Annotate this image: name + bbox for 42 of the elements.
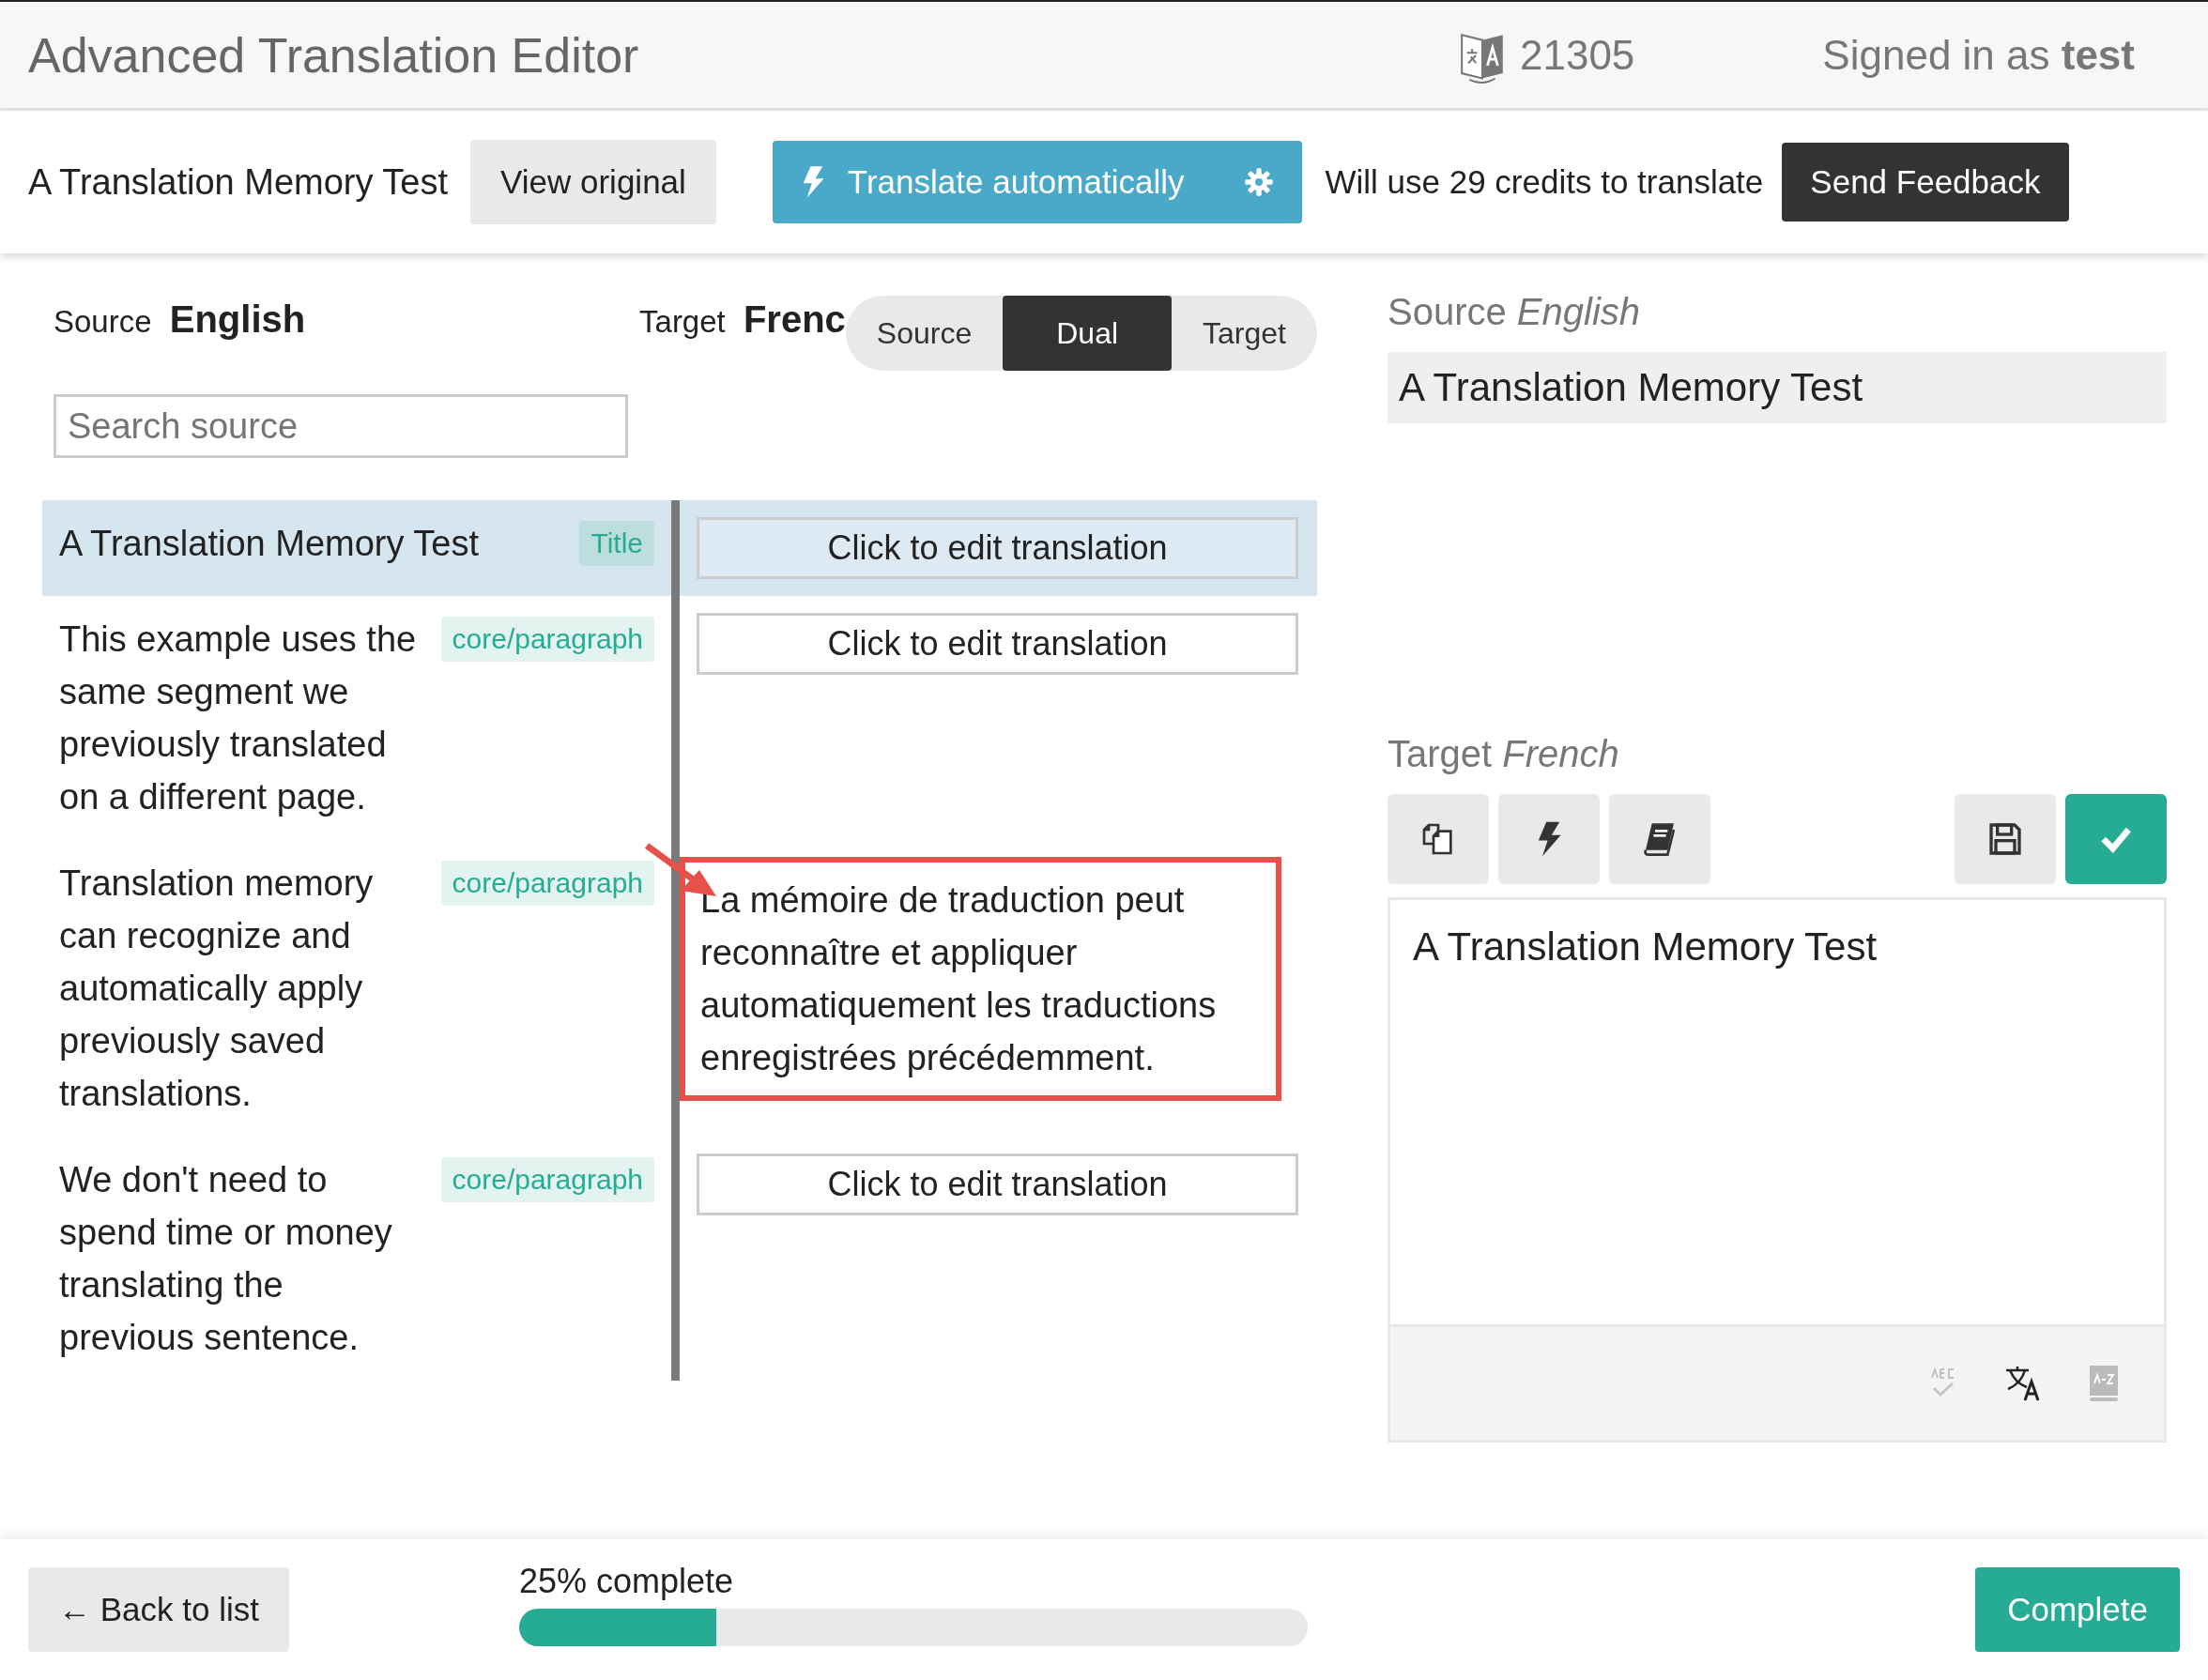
translate-icon[interactable] [2004, 1365, 2042, 1402]
save-button[interactable] [1955, 794, 2056, 884]
segment-tag: core/paragraph [440, 617, 654, 662]
document-title: A Translation Memory Test [28, 161, 449, 203]
target-language-label: Target Frenc [639, 298, 846, 341]
credit-count: 21305 [1520, 31, 1635, 79]
confirm-button[interactable] [2065, 794, 2167, 884]
search-field[interactable]: Search source [54, 394, 628, 458]
send-feedback-button[interactable]: Send Feedback [1782, 143, 2069, 221]
source-text-panel: A Translation Memory Test [1388, 352, 2167, 423]
progress-label: 25% complete [518, 1562, 735, 1601]
view-mode-option[interactable]: Target [1172, 296, 1317, 371]
segment-row[interactable]: A Translation Memory Test Title Click to edit translation [42, 500, 1317, 596]
source-text: A Translation Memory Test [59, 523, 481, 565]
save-icon [1986, 820, 2024, 858]
source-language-label: Source English [1388, 291, 1642, 333]
segment-row[interactable]: This example uses the same segment we previously translated on a different page. core/paragraph Click to edit translation [42, 596, 1317, 840]
source-text: We don't need to spend time or money translating the previous sentence. [59, 1159, 393, 1359]
lightning-icon [1536, 820, 1562, 858]
edit-translation-field[interactable]: Click to edit translation [697, 517, 1298, 579]
glossary-button[interactable] [1609, 794, 1710, 884]
auto-translate-button[interactable] [1498, 794, 1600, 884]
settings-icon[interactable] [1244, 167, 1275, 197]
credits-note: Will use 29 credits to translate [1325, 163, 1764, 201]
segment-tag: core/paragraph [440, 1157, 654, 1202]
segment-tag: Title [579, 521, 654, 566]
copy-source-button[interactable] [1388, 794, 1489, 884]
edit-translation-field[interactable]: Click to edit translation [697, 1153, 1298, 1215]
translation-input[interactable]: A Translation Memory Test [1390, 900, 2164, 1324]
edit-translation-field[interactable]: Click to edit translation [697, 613, 1298, 675]
segment-tag: core/paragraph [440, 861, 654, 906]
source-text: Translation memory can recognize and automatically apply previously saved translations. [59, 863, 375, 1115]
target-language-label: Target French [1388, 733, 1620, 775]
view-mode-option[interactable]: Source [845, 296, 1004, 371]
segment-row[interactable]: We don't need to spend time or money translating the previous sentence. core/paragraph Click to edit translation [42, 1137, 1317, 1381]
view-mode-option[interactable]: Dual [1003, 296, 1173, 371]
signed-in-text: Signed in as test [1822, 31, 2135, 79]
view-original-button[interactable]: View original [470, 140, 716, 224]
back-to-list-button[interactable]: ← Back to list [28, 1567, 289, 1652]
source-language-label: Source English [53, 298, 307, 341]
source-text: This example uses the same segment we previously translated on a different page. [59, 619, 418, 818]
app-title: Advanced Translation Editor [28, 26, 640, 84]
